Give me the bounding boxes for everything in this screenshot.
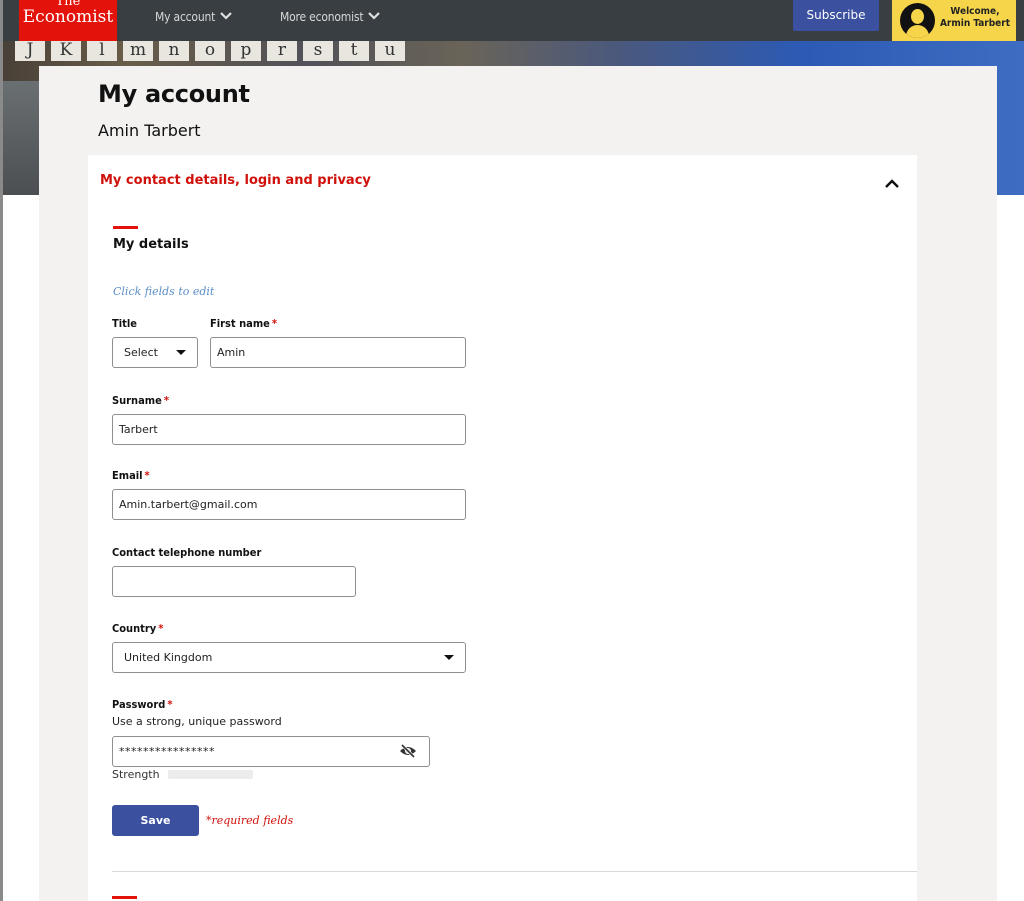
country-select-value: United Kingdom	[124, 651, 213, 664]
hero-tile: u	[375, 41, 405, 61]
password-strength-meter	[168, 770, 253, 779]
edit-hint: Click fields to edit	[113, 285, 215, 298]
strength-label: Strength	[112, 768, 160, 781]
surname-label: Surname *	[112, 394, 169, 407]
welcome-line-1: Welcome,	[950, 6, 1000, 17]
chevron-down-icon	[220, 12, 232, 20]
nav-more-economist[interactable]: More economist	[280, 10, 381, 24]
password-field[interactable]: ****************	[112, 736, 430, 767]
caret-down-icon	[176, 350, 186, 355]
economist-logo[interactable]: The Economist	[19, 0, 117, 41]
section-divider	[112, 871, 917, 872]
save-button[interactable]: Save	[112, 805, 199, 836]
chevron-down-icon	[368, 12, 381, 20]
hero-chalkboard	[3, 81, 39, 195]
first-name-label: First name *	[210, 317, 277, 330]
hero-tile: t	[339, 41, 369, 61]
chevron-up-icon[interactable]	[882, 175, 902, 191]
title-label-text: Title	[112, 317, 137, 330]
hero-tile: p	[231, 41, 261, 61]
section-accent-bar	[113, 226, 138, 229]
page-margin-left	[3, 195, 39, 901]
next-section-accent-bar	[112, 896, 137, 899]
email-label: Email *	[112, 469, 150, 482]
country-label-text: Country	[112, 622, 157, 635]
email-field[interactable]: Amin.tarbert@gmail.com	[112, 489, 466, 520]
top-navigation: The Economist My account More economist …	[3, 0, 1024, 41]
welcome-user-name: Armin Tarbert	[939, 18, 1011, 29]
first-name-label-text: First name	[210, 317, 270, 330]
page-title: My account	[98, 80, 250, 108]
surname-field[interactable]: Tarbert	[112, 414, 466, 445]
title-select-value: Select	[124, 346, 158, 359]
account-welcome-button[interactable]: Welcome, Armin Tarbert	[892, 0, 1016, 41]
logo-line-2: Economist	[22, 7, 114, 27]
hero-tile: l	[87, 41, 117, 61]
nav-my-account[interactable]: My account	[155, 10, 232, 24]
email-label-text: Email	[112, 469, 143, 482]
required-asterisk: *	[144, 469, 150, 482]
hero-letter-tiles: JKlmnoprstu	[15, 41, 575, 65]
eye-slash-icon[interactable]	[399, 744, 417, 758]
required-fields-note: *required fields	[206, 814, 294, 827]
country-label: Country *	[112, 622, 163, 635]
required-asterisk: *	[163, 394, 169, 407]
country-select[interactable]: United Kingdom	[112, 642, 466, 673]
title-select[interactable]: Select	[112, 337, 198, 368]
subscribe-button[interactable]: Subscribe	[793, 0, 879, 31]
user-avatar-icon	[900, 3, 935, 38]
caret-down-icon	[444, 655, 454, 660]
first-name-field[interactable]: Amin	[210, 337, 466, 368]
hero-tile: o	[195, 41, 225, 61]
contact-details-panel: My contact details, login and privacy My…	[88, 155, 917, 901]
password-label: Password *	[112, 698, 173, 711]
phone-field[interactable]	[112, 566, 356, 597]
password-value: ****************	[119, 745, 215, 758]
hero-tile: s	[303, 41, 333, 61]
hero-tile: n	[159, 41, 189, 61]
phone-label: Contact telephone number	[112, 546, 262, 559]
required-asterisk: *	[158, 622, 164, 635]
hero-tile: K	[51, 41, 81, 61]
page-margin-right	[997, 195, 1024, 901]
password-helper-text: Use a strong, unique password	[112, 715, 282, 728]
surname-label-text: Surname	[112, 394, 162, 407]
hero-tile: r	[267, 41, 297, 61]
required-asterisk: *	[167, 698, 173, 711]
title-label: Title	[112, 317, 137, 330]
hero-tile: m	[123, 41, 153, 61]
nav-more-economist-label: More economist	[280, 10, 364, 24]
nav-my-account-label: My account	[155, 10, 216, 24]
my-details-title: My details	[113, 237, 189, 252]
required-asterisk: *	[271, 317, 278, 330]
hero-tile: J	[15, 41, 45, 61]
account-user-name: Amin Tarbert	[98, 121, 201, 140]
password-label-text: Password	[112, 698, 166, 711]
welcome-text: Welcome, Armin Tarbert	[936, 6, 1014, 30]
panel-heading[interactable]: My contact details, login and privacy	[100, 173, 371, 188]
